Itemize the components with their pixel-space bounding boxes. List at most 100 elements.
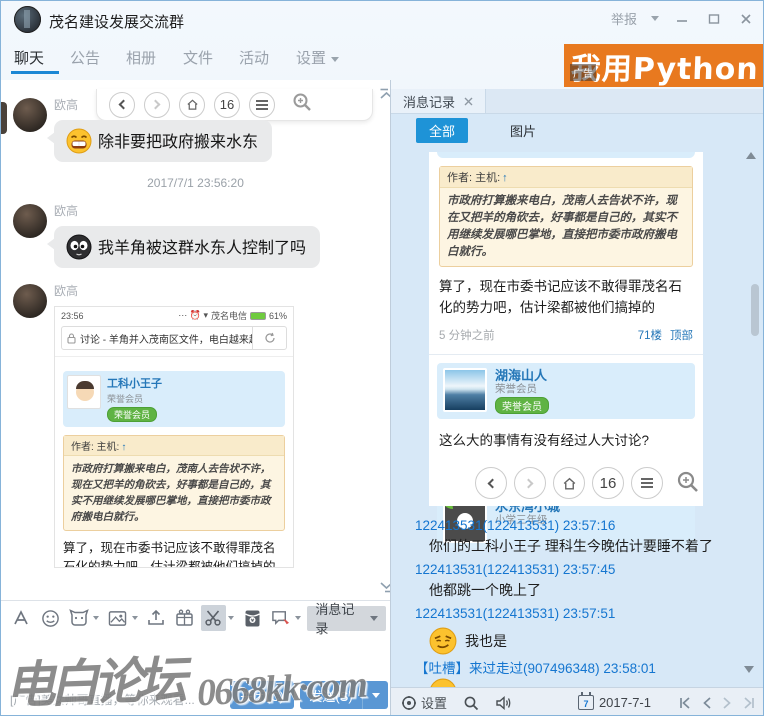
- report-button[interactable]: 举报: [611, 9, 637, 28]
- emoji-icon: [429, 678, 457, 687]
- tab-activity[interactable]: 活动: [239, 47, 269, 68]
- settings-caret-icon[interactable]: [331, 57, 339, 62]
- date-picker[interactable]: 7 2017-7-1: [578, 695, 651, 710]
- minimize-button[interactable]: [673, 12, 691, 26]
- sender-avatar[interactable]: [13, 204, 47, 238]
- screenshot-time: 23:56: [61, 311, 84, 321]
- sender-avatar[interactable]: [13, 284, 47, 318]
- current-date: 2017-7-1: [599, 695, 651, 710]
- filter-all-button[interactable]: 全部: [416, 118, 468, 143]
- message-alert-icon[interactable]: [269, 605, 294, 631]
- log-entry-header[interactable]: 122413531(122413531) 23:57:45: [415, 560, 743, 579]
- ad-banner[interactable]: 我用Python 广告: [564, 44, 764, 87]
- message-composer: 消息记录 [广告]美女帅哥直播，等你来观看... 关闭(C) 发送(S): [1, 600, 390, 716]
- message-bubble[interactable]: 除非要把政府搬来水东: [54, 120, 272, 162]
- tab-announcement[interactable]: 公告: [70, 47, 100, 68]
- history-settings-button[interactable]: 设置: [401, 693, 447, 712]
- report-caret-icon[interactable]: [651, 16, 659, 21]
- shared-screenshot-image[interactable]: 23:56 ⋯ ⏰ ▾ 茂名电信 61% 讨论 - 羊角并入茂南区文件，电白越来…: [54, 306, 294, 568]
- quote-jump-arrow: ↑: [502, 172, 508, 184]
- active-tab-underline: [11, 71, 59, 74]
- viewer-page-button[interactable]: 16: [592, 467, 624, 499]
- font-style-icon[interactable]: [9, 605, 34, 631]
- zoom-in-icon[interactable]: [676, 470, 700, 497]
- clipped-emoji: [429, 678, 743, 687]
- quote-header: 作者: 主机:↑: [64, 436, 284, 456]
- smirk-emoji-icon: [429, 627, 457, 655]
- battery-icon: [250, 312, 266, 320]
- status-dots: ⋯ ⏰ ▾: [178, 310, 208, 321]
- log-entry-header[interactable]: 122413531(122413531) 23:57:16: [415, 516, 743, 535]
- close-chat-button[interactable]: 关闭(C): [230, 681, 294, 709]
- top-link: 顶部: [670, 327, 693, 343]
- expand-panel-icon[interactable]: [379, 580, 390, 598]
- alert-caret-icon[interactable]: [295, 616, 301, 620]
- tab-chat[interactable]: 聊天: [14, 47, 44, 68]
- filter-images-button[interactable]: 图片: [510, 121, 536, 140]
- divider: [55, 356, 293, 357]
- author-avatar[interactable]: [443, 368, 487, 412]
- activity-gift-icon[interactable]: [173, 605, 198, 631]
- prev-page-button[interactable]: [702, 697, 712, 709]
- sender-name: 欧高: [54, 96, 390, 113]
- author-rank: 荣誉会员: [495, 383, 549, 396]
- search-icon: [463, 695, 479, 711]
- image-caret-icon[interactable]: [132, 616, 138, 620]
- send-options-caret[interactable]: [362, 681, 388, 709]
- history-pagination: [679, 697, 755, 709]
- history-search-button[interactable]: [463, 695, 479, 711]
- forum-post-author-card: 工科小王子 荣誉会员 荣誉会员: [63, 371, 285, 427]
- custom-emoticon-icon[interactable]: [66, 605, 91, 631]
- post-meta-row: 5 分钟之前 71楼 顶部: [439, 327, 693, 343]
- last-page-button[interactable]: [742, 697, 755, 709]
- send-button[interactable]: 发送(S): [300, 681, 362, 709]
- carrier-name: 茂名电信: [211, 309, 247, 322]
- forum-screenshot-viewer[interactable]: 作者: 主机:↑ 市政府打算搬来电白，茂南人去告状不许，现在又把羊的角砍去，好事…: [429, 152, 703, 506]
- quote-jump-arrow: ↑: [121, 442, 126, 453]
- message-history-button[interactable]: 消息记录: [307, 606, 386, 631]
- viewer-prev-button[interactable]: [475, 467, 507, 499]
- viewer-home-button[interactable]: [553, 467, 585, 499]
- emoticon-caret-icon[interactable]: [93, 616, 99, 620]
- log-entry-header[interactable]: 122413531(122413531) 23:57:51: [415, 604, 743, 623]
- tab-album[interactable]: 相册: [126, 47, 156, 68]
- screenshot-caret-icon[interactable]: [228, 616, 234, 620]
- viewer-menu-button[interactable]: [631, 467, 663, 499]
- message-input[interactable]: [广告]美女帅哥直播，等你来观看... 关闭(C) 发送(S): [1, 635, 390, 716]
- upload-file-icon[interactable]: [144, 605, 169, 631]
- grin-emoji-icon: [66, 128, 92, 154]
- viewer-next-button[interactable]: [514, 467, 546, 499]
- group-avatar[interactable]: [14, 6, 41, 33]
- screenshot-scissors-icon[interactable]: [201, 605, 226, 631]
- sound-toggle-button[interactable]: [495, 695, 513, 711]
- calendar-icon: 7: [578, 695, 594, 710]
- scroll-up-arrow[interactable]: [746, 152, 756, 159]
- tab-settings[interactable]: 设置: [296, 47, 326, 68]
- lock-icon: [67, 333, 76, 344]
- sender-avatar[interactable]: [13, 98, 47, 132]
- post-divider: [429, 354, 703, 355]
- scrollbar-thumb[interactable]: [751, 284, 759, 336]
- message-bubble[interactable]: 我羊角被这群水东人控制了吗: [54, 226, 320, 268]
- scroll-down-arrow[interactable]: [744, 666, 754, 673]
- next-page-button[interactable]: [722, 697, 732, 709]
- quote-author-label: 作者: 主机:: [71, 442, 119, 453]
- log-entry-header[interactable]: 【吐槽】来过走过(907496348) 23:58:01: [415, 659, 743, 678]
- dark-face-emoji-icon: [66, 234, 92, 260]
- history-caret-icon: [370, 616, 378, 621]
- member-badge: 荣誉会员: [495, 397, 549, 414]
- tab-close-icon[interactable]: [464, 97, 473, 106]
- send-image-icon[interactable]: [105, 605, 130, 631]
- first-page-button[interactable]: [679, 697, 692, 709]
- close-button[interactable]: [737, 12, 755, 26]
- emoji-picker-icon[interactable]: [38, 605, 63, 631]
- red-packet-icon[interactable]: [240, 605, 265, 631]
- maximize-button[interactable]: [705, 12, 723, 26]
- message-text: 除非要把政府搬来水东: [98, 134, 258, 151]
- post-reply-text: 算了，现在市委书记应该不敢得罪茂名石化的势力吧，估计梁都被他们搞掉的: [439, 276, 693, 318]
- history-tab[interactable]: 消息记录: [391, 89, 486, 113]
- sender-name: 欧高: [54, 282, 390, 299]
- author-name: 湖海山人: [495, 368, 549, 383]
- tab-files[interactable]: 文件: [183, 47, 213, 68]
- timestamp-divider: 2017/7/1 23:56:20: [1, 176, 390, 190]
